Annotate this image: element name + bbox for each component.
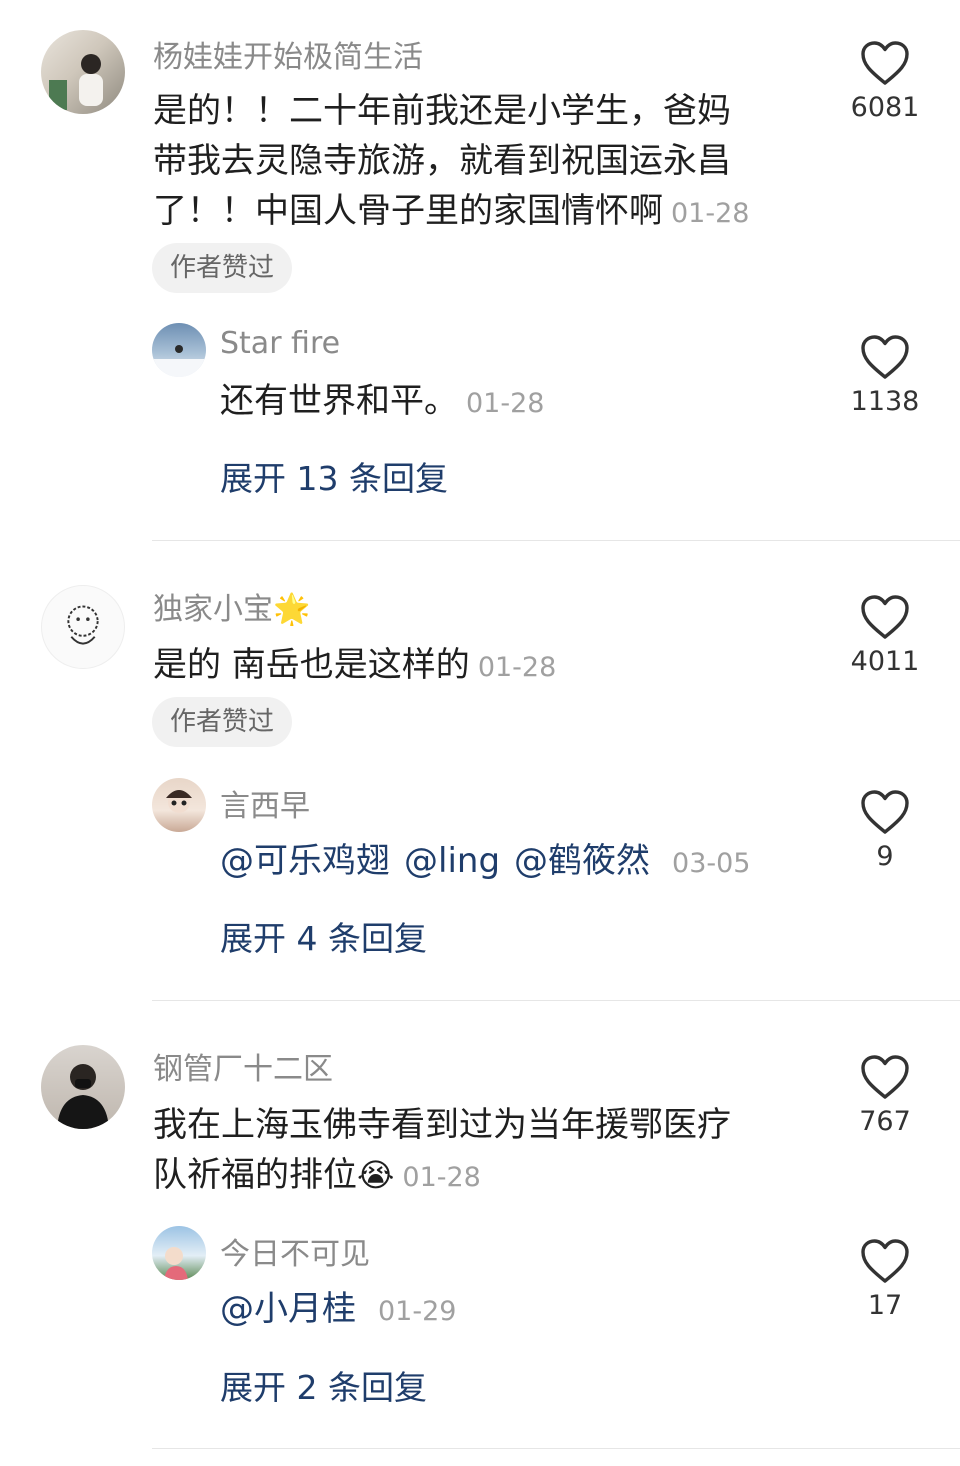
- heart-outline-icon: [861, 1055, 909, 1099]
- like-count: 17: [867, 1290, 903, 1321]
- like-count: 9: [876, 841, 894, 872]
- reply-username[interactable]: 言西早: [220, 781, 310, 825]
- avatar-image: [67, 605, 99, 645]
- comment-line: 队祈福的排位😭 01-28: [153, 1150, 843, 1203]
- comment-date: 01-28: [477, 652, 557, 683]
- comment-line: 带我去灵隐寺旅游，就看到祝国运永昌: [153, 141, 731, 181]
- comment-text: 我在上海玉佛寺看到过为当年援鄂医疗 队祈福的排位😭 01-28: [153, 1100, 843, 1203]
- like-button[interactable]: 767: [830, 1054, 940, 1137]
- comment-date: 01-28: [671, 198, 750, 229]
- reply-date: 01-28: [466, 388, 545, 419]
- reply-like-button[interactable]: 9: [830, 789, 940, 872]
- divider: [152, 1000, 960, 1001]
- heart-outline-icon: [861, 595, 909, 639]
- comment-line: 了！！中国人骨子里的家国情怀啊 01-28: [153, 186, 843, 239]
- reply-username[interactable]: Star fire: [220, 326, 340, 361]
- heart-outline-icon: [861, 41, 909, 85]
- expand-replies-button[interactable]: 展开 4 条回复: [220, 912, 427, 960]
- avatar-image: [152, 345, 206, 377]
- like-count: 4011: [850, 646, 920, 677]
- divider: [152, 540, 960, 541]
- avatar[interactable]: [41, 585, 125, 669]
- comment-line: 是的！！二十年前我还是小学生，爸妈: [153, 91, 731, 131]
- comment-line: 我在上海玉佛寺看到过为当年援鄂医疗: [153, 1105, 731, 1145]
- reply-username[interactable]: 今日不可见: [220, 1229, 370, 1273]
- mention-link[interactable]: @小月桂: [220, 1289, 356, 1329]
- heart-outline-icon: [861, 790, 909, 834]
- username[interactable]: 钢管厂十二区: [153, 1044, 333, 1088]
- mention-link[interactable]: @ling: [404, 841, 500, 881]
- heart-outline-icon: [861, 1239, 909, 1283]
- reply-like-button[interactable]: 17: [830, 1238, 940, 1321]
- avatar[interactable]: [41, 30, 125, 114]
- reply-text: @可乐鸡翅 @ling @鹤筱然 03-05: [220, 836, 751, 889]
- reply-text: 还有世界和平。 01-28: [220, 376, 544, 429]
- reply-avatar[interactable]: [152, 1226, 206, 1280]
- comment-date: 01-28: [402, 1162, 481, 1193]
- mention-link[interactable]: @可乐鸡翅: [220, 841, 390, 881]
- avatar-image: [57, 1064, 109, 1129]
- heart-outline-icon: [861, 335, 909, 379]
- comment-line-text: 了！！中国人骨子里的家国情怀啊: [153, 191, 663, 231]
- avatar-image: [164, 1247, 188, 1280]
- mention-link[interactable]: @鹤筱然: [514, 841, 650, 881]
- author-liked-badge: 作者赞过: [152, 697, 293, 747]
- like-button[interactable]: 4011: [830, 594, 940, 677]
- expand-replies-button[interactable]: 展开 13 条回复: [220, 452, 448, 500]
- author-liked-badge: 作者赞过: [152, 243, 293, 293]
- like-count: 6081: [850, 92, 920, 123]
- reply-date: 03-05: [672, 848, 751, 879]
- comment-text: 是的！！二十年前我还是小学生，爸妈 带我去灵隐寺旅游，就看到祝国运永昌 了！！中…: [153, 86, 843, 239]
- reply-avatar[interactable]: [152, 778, 206, 832]
- avatar-image: [166, 790, 192, 813]
- reply-date: 01-29: [378, 1296, 457, 1327]
- like-count: 767: [859, 1106, 911, 1137]
- crying-emoji-icon: 😭: [357, 1156, 395, 1194]
- reply-text-content: 还有世界和平。: [220, 381, 458, 421]
- avatar[interactable]: [41, 1045, 125, 1129]
- avatar-image: [49, 54, 103, 110]
- reply-text: @小月桂 01-29: [220, 1284, 456, 1337]
- expand-replies-button[interactable]: 展开 2 条回复: [220, 1361, 427, 1409]
- divider: [152, 1448, 960, 1449]
- username[interactable]: 独家小宝🌟: [153, 584, 310, 628]
- reply-avatar[interactable]: [152, 323, 206, 377]
- username[interactable]: 杨娃娃开始极简生活: [153, 32, 423, 76]
- reply-like-button[interactable]: 1138: [830, 334, 940, 417]
- comment-line-text: 是的 南岳也是这样的: [153, 645, 470, 685]
- comment-line-text: 队祈福的排位: [153, 1155, 357, 1195]
- comment-text: 是的 南岳也是这样的 01-28: [153, 640, 556, 693]
- like-count: 1138: [850, 386, 920, 417]
- like-button[interactable]: 6081: [830, 40, 940, 123]
